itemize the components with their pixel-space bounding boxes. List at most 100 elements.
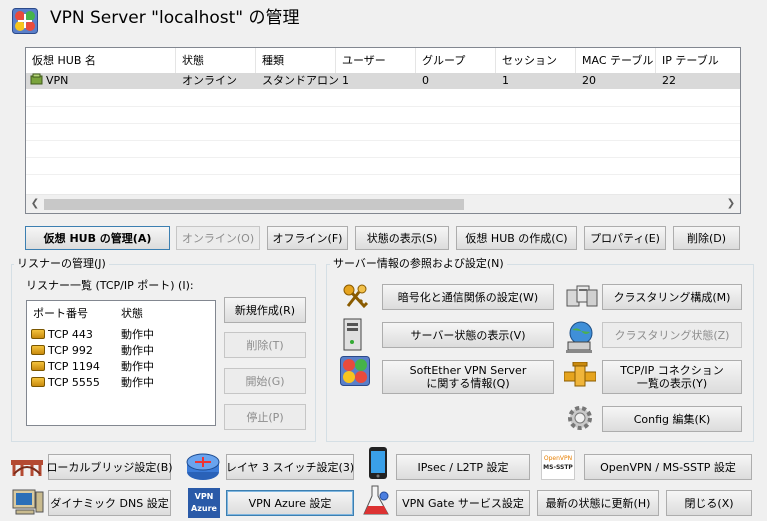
gear-icon	[565, 403, 595, 436]
scroll-right-icon[interactable]: ❯	[724, 197, 738, 211]
bridge-icon	[10, 456, 44, 481]
window-title: VPN Server "localhost" の管理	[50, 8, 300, 28]
layer3-switch-button[interactable]: レイヤ 3 スイッチ設定(3)	[226, 454, 354, 480]
column-header[interactable]: 仮想 HUB 名	[26, 48, 176, 73]
hub-type: スタンドアロン	[262, 74, 339, 87]
hub-groups: 0	[422, 74, 429, 87]
grid-line	[26, 106, 740, 107]
port-icon	[31, 377, 45, 387]
server-status-button[interactable]: サーバー状態の表示(V)	[382, 322, 554, 348]
hub-sessions: 1	[502, 74, 509, 87]
hub-status: オンライン	[182, 74, 237, 87]
hub-ip-table: 22	[662, 74, 676, 87]
column-header[interactable]: ユーザー	[336, 48, 416, 73]
server-icon	[341, 318, 365, 355]
column-header[interactable]: 状態	[121, 305, 143, 321]
column-header[interactable]: 状態	[176, 48, 256, 73]
column-header[interactable]: 種類	[256, 48, 336, 73]
clustering-config-button[interactable]: クラスタリング構成(M)	[602, 284, 742, 310]
port-icon	[31, 329, 45, 339]
vpn-gate-button[interactable]: VPN Gate サービス設定	[396, 490, 530, 516]
column-header[interactable]: セッション	[496, 48, 576, 73]
close-button[interactable]: 閉じる(X)	[666, 490, 752, 516]
pipe-icon	[563, 361, 597, 391]
ipsec-l2tp-button[interactable]: IPsec / L2TP 設定	[396, 454, 530, 480]
port-number: TCP 1194	[48, 360, 100, 373]
port-status: 動作中	[121, 328, 154, 341]
hub-mac-table: 20	[582, 74, 596, 87]
column-header[interactable]: IP テーブル	[656, 48, 740, 73]
show-status-button[interactable]: 状態の表示(S)	[355, 226, 449, 250]
computer-icon	[12, 488, 44, 519]
local-bridge-button[interactable]: ローカルブリッジ設定(B)	[46, 454, 173, 480]
list-item[interactable]: TCP 443 動作中	[27, 327, 215, 343]
stop-listener-button[interactable]: 停止(P)	[224, 404, 306, 430]
openvpn-sstp-button[interactable]: OpenVPN / MS-SSTP 設定	[584, 454, 752, 480]
column-header[interactable]: グループ	[416, 48, 496, 73]
hub-users: 1	[342, 74, 349, 87]
properties-button[interactable]: プロパティ(E)	[584, 226, 666, 250]
mssstp-icon-label: MS-SSTP	[543, 464, 573, 471]
listener-group-label: リスナーの管理(J)	[14, 257, 109, 270]
grid-line	[26, 123, 740, 124]
dynamic-dns-button[interactable]: ダイナミック DNS 設定	[48, 490, 171, 516]
delete-hub-button[interactable]: 削除(D)	[673, 226, 740, 250]
port-status: 動作中	[121, 344, 154, 357]
scrollbar-thumb[interactable]	[44, 199, 464, 210]
openvpn-icon-label: OpenVPN	[543, 455, 573, 462]
tcpip-connections-button[interactable]: TCP/IP コネクション 一覧の表示(Y)	[602, 360, 742, 394]
delete-listener-button[interactable]: 削除(T)	[224, 332, 306, 358]
listener-list[interactable]: ポート番号 状態 TCP 443 動作中 TCP 992 動作中 TCP 119…	[26, 300, 216, 426]
openvpn-icon: OpenVPN MS-SSTP	[541, 450, 575, 480]
horizontal-scrollbar[interactable]: ❮ ❯	[26, 194, 740, 213]
clustering-status-button[interactable]: クラスタリング状態(Z)	[602, 322, 742, 348]
port-status: 動作中	[121, 360, 154, 373]
tcpip-line-2: 一覧の表示(Y)	[636, 377, 708, 390]
port-status: 動作中	[121, 376, 154, 389]
listener-list-label: リスナー一覧 (TCP/IP ポート) (I):	[26, 279, 194, 292]
vpn-azure-button[interactable]: VPN Azure 設定	[226, 490, 354, 516]
about-line-1: SoftEther VPN Server	[409, 364, 527, 377]
azure-icon-label-2: Azure	[191, 504, 217, 513]
list-item[interactable]: TCP 5555 動作中	[27, 375, 215, 391]
virtual-hub-list[interactable]: 仮想 HUB 名 状態 種類 ユーザー グループ セッション MAC テーブル …	[25, 47, 741, 214]
column-header[interactable]: MAC テーブル	[576, 48, 656, 73]
online-button[interactable]: オンライン(O)	[176, 226, 260, 250]
port-number: TCP 5555	[48, 376, 100, 389]
list-item[interactable]: TCP 992 動作中	[27, 343, 215, 359]
hub-icon	[30, 73, 43, 91]
new-listener-button[interactable]: 新規作成(R)	[224, 297, 306, 323]
offline-button[interactable]: オフライン(F)	[267, 226, 348, 250]
grid-line	[26, 157, 740, 158]
grid-line	[26, 140, 740, 141]
port-icon	[31, 345, 45, 355]
port-icon	[31, 361, 45, 371]
manage-hub-button[interactable]: 仮想 HUB の管理(A)	[25, 226, 170, 250]
refresh-button[interactable]: 最新の状態に更新(H)	[537, 490, 659, 516]
clustering-icon	[565, 284, 599, 313]
about-line-2: に関する情報(Q)	[426, 377, 510, 390]
tcpip-line-1: TCP/IP コネクション	[620, 364, 724, 377]
column-header[interactable]: ポート番号	[33, 305, 88, 321]
server-info-group-label: サーバー情報の参照および設定(N)	[330, 257, 507, 270]
azure-icon: VPN Azure	[188, 488, 220, 518]
hub-name: VPN	[46, 74, 69, 87]
list-item[interactable]: TCP 1194 動作中	[27, 359, 215, 375]
keys-icon	[340, 282, 372, 315]
azure-icon-label-1: VPN	[194, 492, 214, 501]
router-icon	[185, 448, 221, 487]
grid-line	[26, 174, 740, 175]
table-row[interactable]: VPN オンライン スタンドアロン 1 0 1 20 22	[26, 73, 740, 89]
about-server-button[interactable]: SoftEther VPN Server に関する情報(Q)	[382, 360, 554, 394]
flask-icon	[362, 484, 392, 521]
softether-info-icon	[340, 356, 370, 389]
hub-list-header: 仮想 HUB 名 状態 種類 ユーザー グループ セッション MAC テーブル …	[26, 48, 740, 73]
port-number: TCP 443	[48, 328, 93, 341]
encryption-settings-button[interactable]: 暗号化と通信関係の設定(W)	[382, 284, 554, 310]
scroll-left-icon[interactable]: ❮	[28, 197, 42, 211]
softether-logo-icon	[12, 8, 38, 34]
globe-laptop-icon	[564, 320, 598, 357]
config-edit-button[interactable]: Config 編集(K)	[602, 406, 742, 432]
create-hub-button[interactable]: 仮想 HUB の作成(C)	[456, 226, 577, 250]
start-listener-button[interactable]: 開始(G)	[224, 368, 306, 394]
